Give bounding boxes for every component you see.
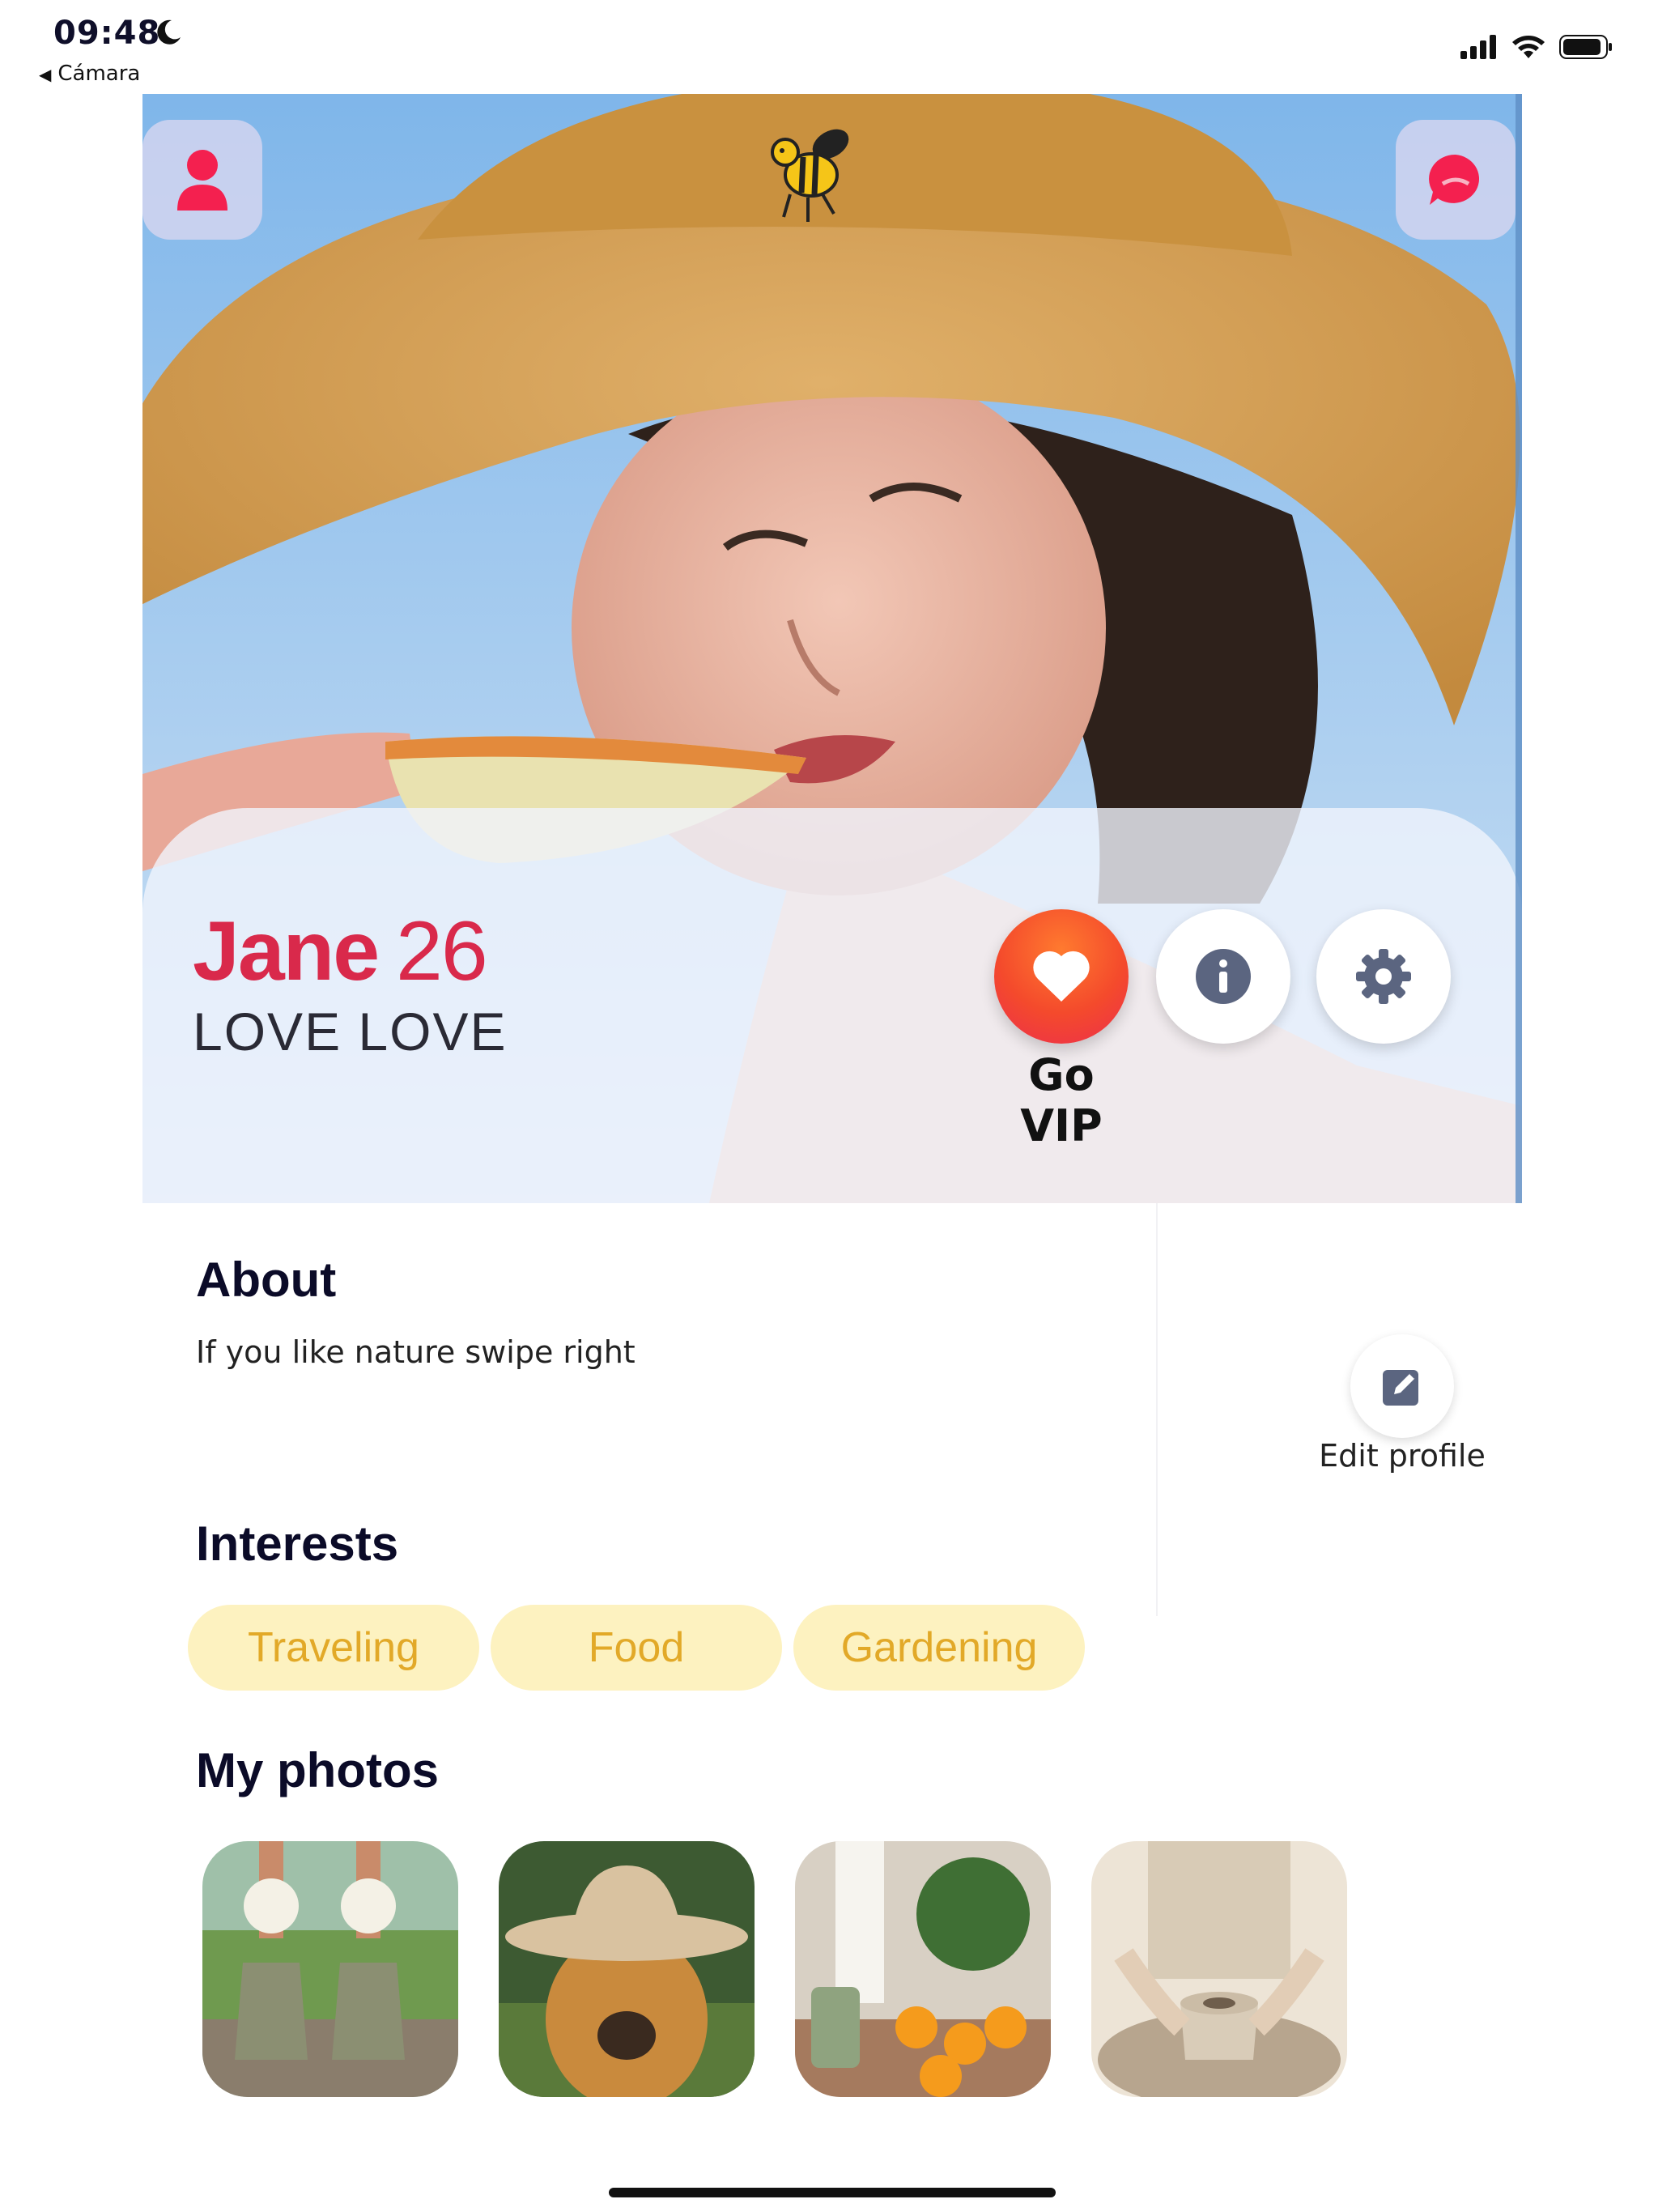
- photo-thumbnail-oranges-plants[interactable]: [795, 1841, 1051, 2097]
- info-button[interactable]: [1156, 909, 1290, 1044]
- name-line: Jane 26: [193, 904, 488, 1000]
- back-triangle-icon: ◀: [39, 65, 52, 84]
- section-divider: [1156, 1203, 1158, 1616]
- photo-gallery: [202, 1841, 1347, 2097]
- bee-icon: [771, 129, 849, 222]
- bee-logo: [766, 121, 863, 230]
- interests-title: Interests: [196, 1516, 399, 1571]
- about-title: About: [196, 1253, 337, 1307]
- settings-button[interactable]: [1316, 909, 1451, 1044]
- signal-icon: [1460, 35, 1496, 59]
- oranges-plants-image: [795, 1841, 1051, 2097]
- moon-icon: [157, 19, 181, 45]
- photos-title: My photos: [196, 1743, 439, 1797]
- status-indicators: [1460, 34, 1613, 60]
- dog-hat-image: [499, 1841, 755, 2097]
- edit-profile-label[interactable]: Edit profile: [1312, 1438, 1493, 1474]
- hero-scrollbar[interactable]: [1516, 94, 1522, 1203]
- chat-button[interactable]: [1396, 120, 1516, 240]
- interest-chip[interactable]: Gardening: [793, 1605, 1085, 1691]
- info-icon: [1196, 949, 1251, 1004]
- about-text: If you like nature swipe right: [196, 1334, 636, 1370]
- photo-thumbnail-dog-hat[interactable]: [499, 1841, 755, 2097]
- go-vip-label[interactable]: Go VIP: [984, 1049, 1138, 1151]
- wifi-icon: [1512, 36, 1545, 58]
- back-to-camera-link[interactable]: ◀ Cámara: [39, 62, 140, 86]
- photo-thumbnail-boots-flowers[interactable]: [202, 1841, 458, 2097]
- photo-thumbnail-pottery[interactable]: [1091, 1841, 1347, 2097]
- interest-chip[interactable]: Traveling: [188, 1605, 479, 1691]
- chat-bubble-icon: [1429, 154, 1480, 205]
- status-time: 09:48: [53, 15, 161, 52]
- edit-profile-button[interactable]: [1350, 1334, 1454, 1438]
- profile-age: 26: [396, 904, 488, 998]
- person-icon: [177, 150, 227, 211]
- boots-flowers-image: [202, 1841, 458, 2097]
- interests-list: Traveling Food Gardening: [188, 1605, 1085, 1691]
- battery-icon: [1559, 35, 1612, 59]
- edit-icon: [1383, 1370, 1418, 1406]
- heart-icon: [1033, 951, 1090, 1002]
- profile-hero-card[interactable]: Jane 26 LOVE LOVE Go VIP: [142, 94, 1522, 1203]
- go-vip-button[interactable]: [994, 909, 1129, 1044]
- pottery-image: [1091, 1841, 1347, 2097]
- back-label: Cámara: [57, 62, 141, 86]
- gear-icon: [1356, 949, 1411, 1004]
- profile-button[interactable]: [142, 120, 262, 240]
- home-indicator[interactable]: [609, 2188, 1056, 2197]
- profile-tagline: LOVE LOVE: [193, 1002, 508, 1061]
- interest-chip[interactable]: Food: [491, 1605, 782, 1691]
- profile-name: Jane: [193, 904, 380, 998]
